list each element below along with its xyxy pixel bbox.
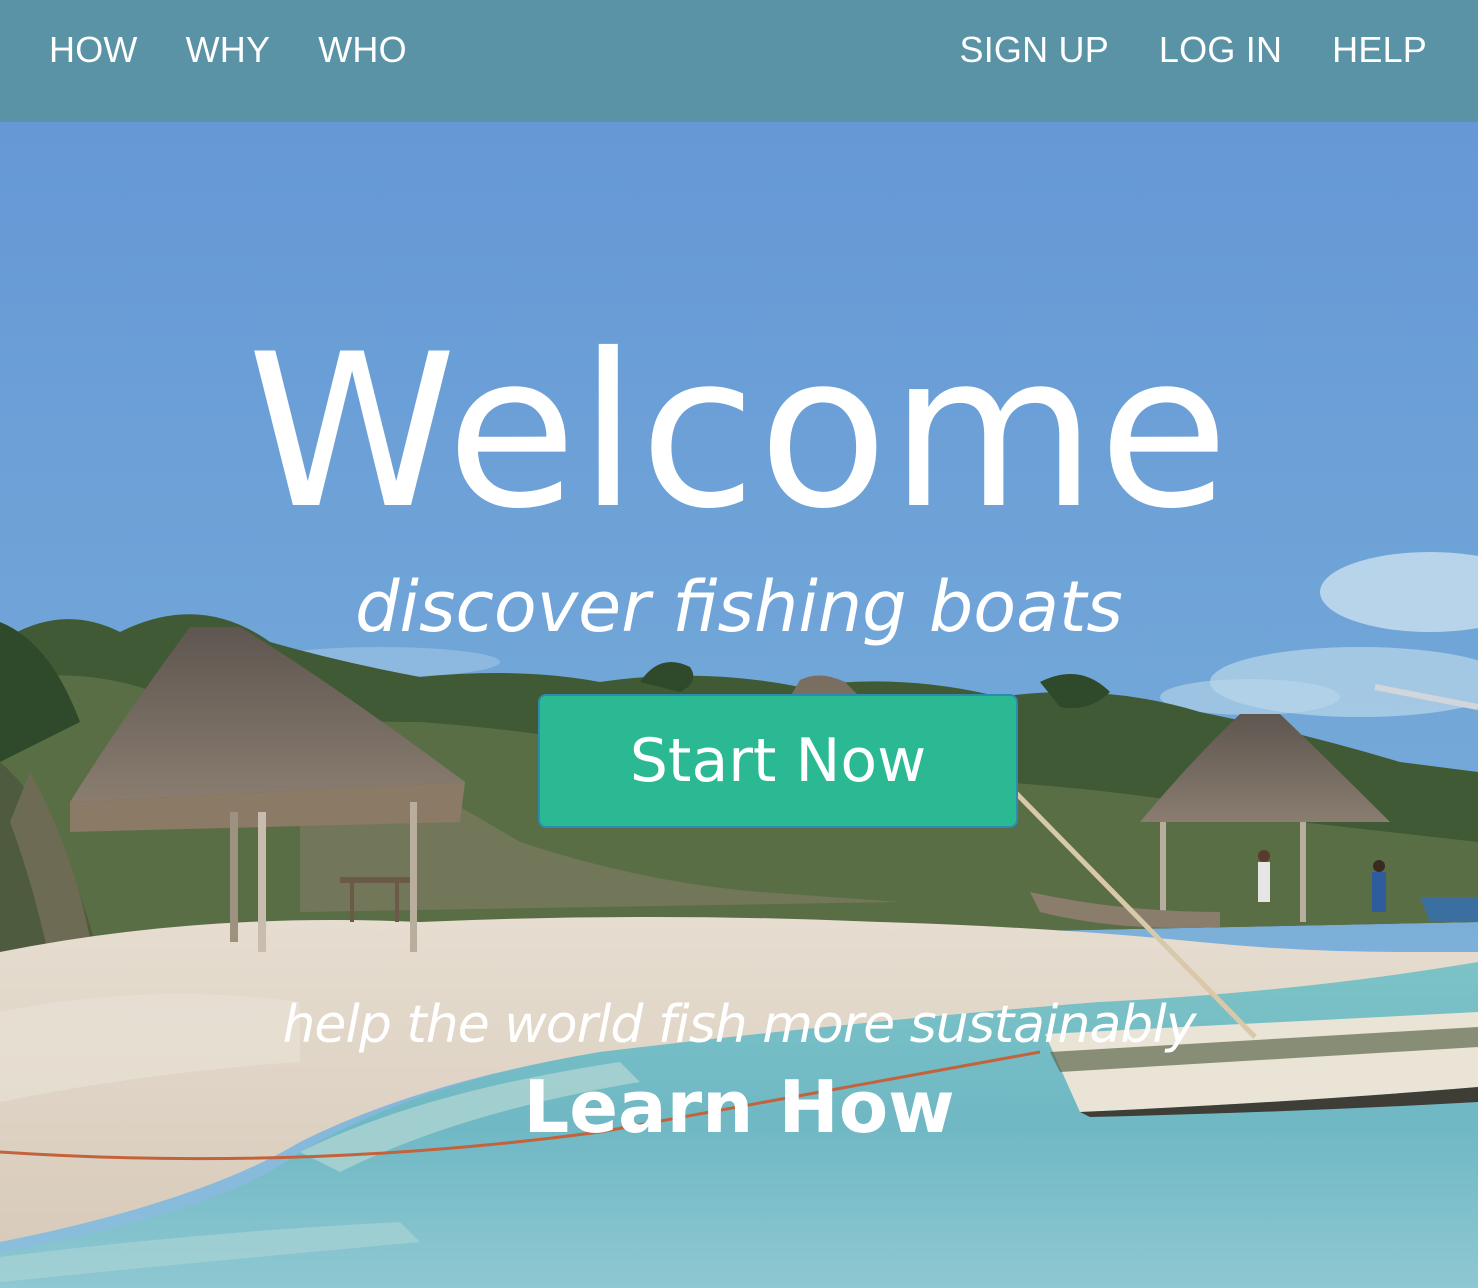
nav-right-group: SIGN UP LOG IN HELP [959,0,1427,100]
nav-link-log-in[interactable]: LOG IN [1159,29,1282,71]
hero-title: Welcome [247,308,1231,555]
nav-link-sign-up[interactable]: SIGN UP [959,29,1108,71]
top-navbar: HOW WHY WHO SIGN UP LOG IN HELP [0,0,1478,122]
hero-section: Welcome discover fishing boats Start Now… [0,122,1478,1288]
landing-page: HOW WHY WHO SIGN UP LOG IN HELP Welcome … [0,0,1478,1288]
nav-link-help[interactable]: HELP [1332,29,1427,71]
nav-link-how[interactable]: HOW [49,29,138,71]
hero-subtext: help the world fish more sustainably [282,995,1196,1055]
nav-link-who[interactable]: WHO [318,29,407,71]
nav-link-why[interactable]: WHY [186,29,271,71]
hero-tagline: discover fishing boats [355,566,1123,648]
learn-how-link[interactable]: Learn How [0,1062,1478,1152]
nav-left-group: HOW WHY WHO [49,0,407,100]
start-now-button[interactable]: Start Now [538,694,1018,828]
